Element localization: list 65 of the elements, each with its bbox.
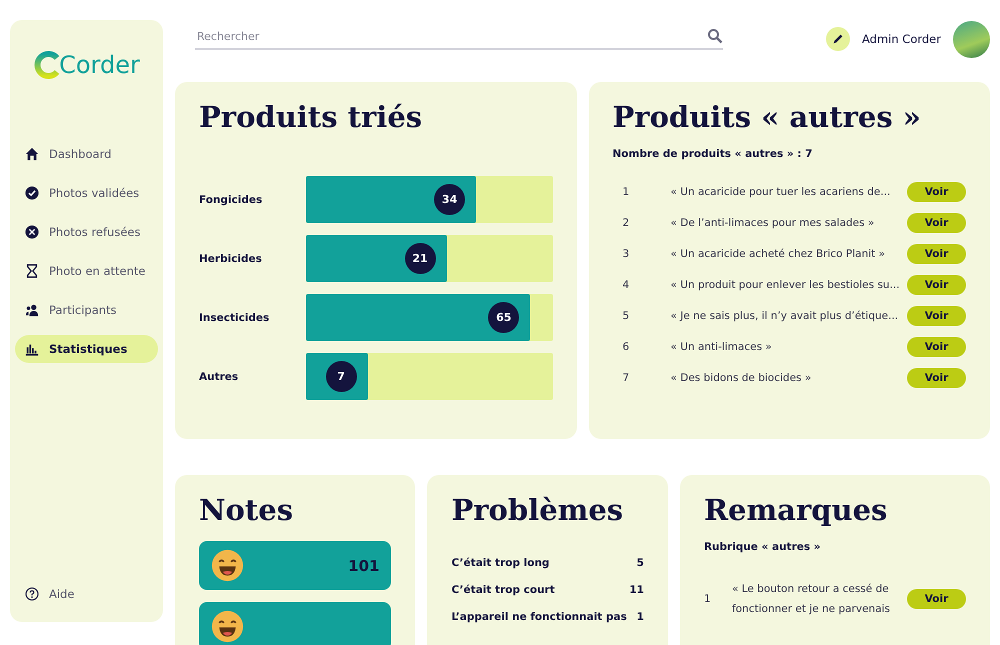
people-icon (25, 303, 39, 317)
card-title: Notes (199, 493, 294, 527)
problem-count: 1 (636, 611, 644, 623)
bar-label: Herbicides (199, 252, 263, 264)
laughing-face-icon (211, 610, 244, 643)
problem-label: L’appareil ne fonctionnait pas (451, 611, 627, 623)
card-subtitle: Nombre de produits « autres » : 7 (612, 148, 814, 160)
view-button[interactable]: Voir (907, 337, 966, 357)
card-title: Produits « autres » (612, 100, 922, 134)
card-title: Problèmes (451, 493, 624, 527)
nav-item[interactable]: Photos refusées (15, 218, 158, 246)
help-link[interactable]: Aide (15, 580, 158, 608)
bar-label: Insecticides (199, 312, 270, 324)
search-icon[interactable] (707, 28, 723, 44)
product-text: « Un anti-limaces » (670, 341, 773, 353)
laughing-face-icon (211, 549, 244, 582)
nav-item[interactable]: Dashboard (15, 140, 158, 168)
row-number: 5 (622, 310, 630, 322)
view-button[interactable]: Voir (907, 368, 966, 388)
problem-count: 11 (629, 584, 644, 596)
hourglass-icon (25, 264, 39, 278)
home-icon (25, 147, 39, 161)
avatar-photo-placeholder[interactable] (953, 20, 990, 58)
product-text: « Un produit pour enlever les bestioles su... (670, 279, 901, 291)
help-icon (25, 587, 39, 601)
search-field[interactable]: Rechercher (195, 28, 707, 44)
view-button[interactable]: Voir (907, 275, 966, 295)
view-button[interactable]: Voir (907, 244, 966, 264)
row-number: 6 (622, 341, 630, 353)
view-button[interactable]: Voir (907, 213, 966, 233)
bar-chart-icon (25, 342, 39, 356)
problem-label: C’était trop long (451, 557, 550, 569)
card-title: Produits triés (199, 100, 424, 134)
product-text: « Un acaricide acheté chez Brico Planit » (670, 248, 886, 260)
view-button[interactable]: Voir (907, 182, 966, 202)
card-title: Remarques (704, 493, 888, 527)
rating-count: 101 (348, 556, 380, 574)
product-text: « Un acaricide pour tuer les acariens de... (670, 186, 892, 198)
row-number: 7 (622, 372, 630, 384)
product-text: « De l’anti-limaces pour mes salades » (670, 217, 876, 229)
problem-count: 5 (636, 557, 644, 569)
bar-label: Autres (199, 370, 240, 382)
cross-circle-icon (25, 225, 39, 239)
view-button[interactable]: Voir (907, 589, 966, 609)
edit-button[interactable] (826, 27, 850, 51)
card-subtitle: Rubrique « autres » (704, 541, 822, 553)
row-number: 2 (622, 217, 630, 229)
nav-item[interactable]: Photos validées (15, 179, 158, 207)
row-number: 1 (704, 593, 712, 605)
check-circle-icon (25, 186, 39, 200)
nav-item[interactable]: Statistiques (15, 335, 158, 363)
problem-label: C’était trop court (451, 584, 555, 596)
product-text: « Je ne sais plus, il n’y avait plus d’étique... (670, 310, 900, 322)
nav-item[interactable]: Photo en attente (15, 257, 158, 285)
pencil-icon (830, 32, 845, 46)
user-name: Admin Corder (862, 32, 941, 46)
row-number: 3 (622, 248, 630, 260)
row-number: 1 (622, 186, 630, 198)
view-button[interactable]: Voir (907, 306, 966, 326)
product-text: « Des bidons de biocides » (670, 372, 812, 384)
bar-label: Fongicides (199, 194, 264, 206)
row-number: 4 (622, 279, 630, 291)
logo: Corder (33, 50, 140, 80)
remark-text: « Le bouton retour a cessé de fonctionner et je ne parvenais (732, 582, 892, 617)
nav-item[interactable]: Participants (15, 296, 158, 324)
